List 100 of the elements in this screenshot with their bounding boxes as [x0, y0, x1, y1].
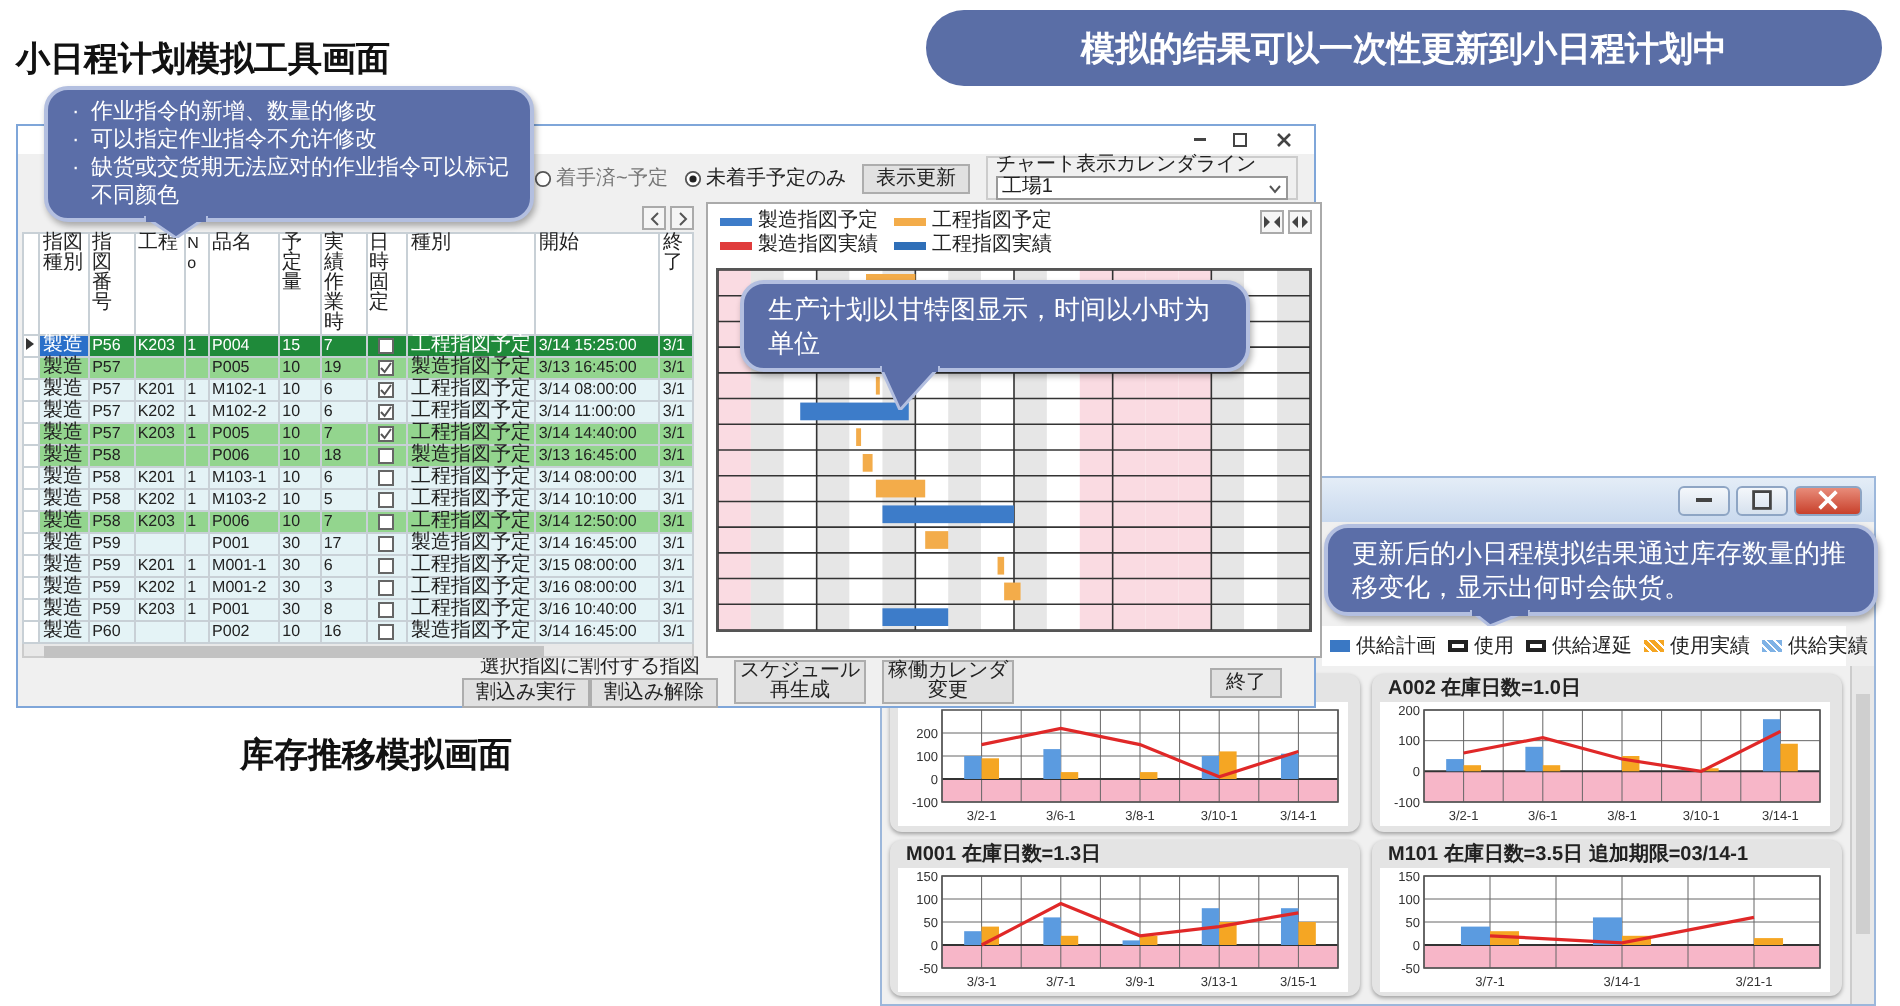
bar — [1060, 772, 1079, 779]
scrollbar[interactable] — [1850, 666, 1874, 1004]
bar — [964, 756, 982, 779]
callout-text: 作业指令的新增、数量的修改 — [91, 98, 378, 126]
checkbox[interactable] — [378, 382, 395, 399]
table-cell: 工程指図予定 — [407, 335, 536, 358]
table-cell: 工程指図予定 — [407, 423, 536, 446]
checkbox[interactable] — [378, 514, 395, 531]
checkbox[interactable] — [378, 536, 395, 553]
table-row[interactable]: 製造 P59 K202 1 M001-2 30 3 工程指図予定 3/16 08:00:00 3/1 — [23, 577, 693, 600]
legend-label: 供給計画 — [1356, 633, 1436, 660]
checkbox[interactable] — [378, 404, 395, 421]
table-row[interactable]: 製造 P60 P002 10 16 製造指図予定 3/14 16:45:00 3/1 — [23, 621, 693, 644]
column-header[interactable]: 実績作業時 — [320, 233, 367, 336]
table-row[interactable]: 製造 P57 P005 10 19 製造指図予定 3/13 16:45:00 3/1 — [23, 357, 693, 380]
table-cell: 工程指図予定 — [407, 489, 536, 512]
bar — [1780, 743, 1798, 772]
table-cell: 製造指図予定 — [407, 357, 536, 380]
checkbox[interactable] — [378, 338, 395, 355]
group-label: チャート表示カレンダライン — [995, 156, 1258, 176]
table-cell: 製造 — [39, 577, 90, 600]
checkbox[interactable] — [378, 360, 395, 377]
table-cell: 製造 — [39, 401, 90, 424]
table-cell: 工程指図予定 — [407, 379, 536, 402]
maximize-button[interactable] — [1736, 485, 1788, 515]
toolbar-button[interactable] — [1260, 210, 1284, 234]
radio-button[interactable]: 未着手予定のみ — [683, 164, 846, 192]
bar — [964, 930, 982, 944]
table-cell: 製造 — [39, 489, 90, 512]
exit-button[interactable]: 終了 — [1210, 667, 1282, 697]
previous-button[interactable] — [642, 206, 666, 230]
table-row[interactable]: 製造 P57 K201 1 M102-1 10 6 工程指図予定 3/14 08:00:00 3/1 — [23, 379, 693, 402]
close-button[interactable] — [1794, 485, 1862, 515]
column-header[interactable]: 指図種別 — [39, 233, 90, 336]
table-cell: 工程指図予定 — [407, 467, 536, 490]
bar — [1754, 937, 1784, 944]
column-header[interactable]: 品名 — [209, 233, 280, 336]
page-heading: 小日程计划模拟工具画面 — [16, 38, 390, 82]
table-row[interactable]: 製造 P58 K202 1 M103-2 10 5 工程指図予定 3/14 10:10:00 3/1 — [23, 489, 693, 512]
table-cell: 工程指図予定 — [407, 577, 536, 600]
action-button[interactable]: スケジュール再生成 — [734, 660, 866, 704]
table-cell: 製造 — [39, 533, 90, 556]
table-cell: 製造 — [39, 621, 90, 644]
table-row[interactable]: 製造 P58 K201 1 M103-1 10 6 工程指図予定 3/14 08:00:00 3/1 — [23, 467, 693, 490]
column-header[interactable]: 開始 — [535, 233, 660, 336]
table-cell: 工程指図予定 — [407, 599, 536, 622]
scrollbar[interactable] — [22, 644, 694, 658]
table-cell: 製造 — [39, 555, 90, 578]
interrupt-button[interactable]: 割込み解除 — [590, 677, 718, 707]
column-header[interactable]: No — [184, 233, 210, 336]
maximize-icon — [1748, 486, 1776, 514]
radio-icon — [534, 169, 552, 187]
minimize-icon — [1695, 497, 1713, 503]
toolbar-button[interactable] — [1288, 210, 1312, 234]
checkbox[interactable] — [378, 470, 395, 487]
bar — [1280, 907, 1299, 944]
checkbox[interactable] — [378, 426, 395, 443]
next-button[interactable] — [670, 206, 694, 230]
checkbox[interactable] — [378, 448, 395, 465]
radio-icon — [683, 169, 702, 187]
table-row[interactable]: 製造 P58 P006 10 18 製造指図予定 3/13 16:45:00 3/1 — [23, 445, 693, 468]
close-icon — [1274, 130, 1294, 150]
refresh-button[interactable]: 表示更新 — [861, 163, 970, 193]
column-header[interactable]: 日時固定 — [366, 233, 408, 336]
minimize-button[interactable] — [1678, 485, 1730, 515]
interrupt-button[interactable]: 割込み実行 — [462, 677, 590, 707]
bar — [1542, 765, 1561, 772]
column-header[interactable]: 指図番号 — [89, 233, 135, 336]
column-header[interactable]: 予定量 — [279, 233, 321, 336]
bar — [1298, 921, 1316, 944]
table-cell: 製造 — [39, 445, 90, 468]
table-row[interactable]: 製造 P58 K203 1 P006 10 7 工程指図予定 3/14 12:50:00 3/1 — [23, 511, 693, 534]
callout-text: 缺货或交货期无法应对的作业指令可以标记不同颜色 — [91, 154, 510, 210]
bar — [1460, 925, 1490, 944]
checkbox[interactable] — [378, 492, 395, 509]
caret-icon — [1267, 183, 1282, 193]
column-header[interactable]: 種別 — [407, 233, 536, 336]
radio-button[interactable]: 着手済~予定 — [534, 164, 668, 192]
checkbox[interactable] — [378, 624, 395, 641]
table-row[interactable]: 製造 P59 K203 1 P001 30 8 工程指図予定 3/16 10:40:00 3/1 — [23, 599, 693, 622]
bullet-mark: · — [72, 98, 80, 126]
checkbox[interactable] — [378, 558, 395, 575]
table-cell: 工程指図予定 — [407, 511, 536, 534]
legend-label: 使用 — [1474, 634, 1514, 660]
factory-dropdown[interactable]: 工場1 — [995, 176, 1288, 200]
legend-label: 供給遅延 — [1552, 634, 1632, 660]
bar — [981, 758, 1000, 779]
bar — [1043, 749, 1061, 779]
table-cell: 製造 — [39, 335, 90, 358]
table-row[interactable]: 製造 P57 K203 1 P005 10 7 工程指図予定 3/14 14:40:00 3/1 — [23, 423, 693, 446]
chevron-right-icon — [677, 211, 687, 225]
column-header[interactable]: 終了 — [659, 233, 693, 336]
table-row[interactable]: 製造 P57 K202 1 M102-2 10 6 工程指図予定 3/14 11:00:00 3/1 — [23, 401, 693, 424]
action-button[interactable]: 稼働カレンダ変更 — [882, 660, 1014, 704]
checkbox[interactable] — [378, 602, 395, 619]
table-row[interactable]: 製造 P59 P001 30 17 製造指図予定 3/14 16:45:00 3/1 — [23, 533, 693, 556]
table-row[interactable]: 製造 P59 K201 1 M001-1 30 6 工程指図予定 3/15 08:00:00 3/1 — [23, 555, 693, 578]
table-row[interactable]: 製造 P56 K203 1 P004 15 7 工程指図予定 3/14 15:25:00 3/1 — [23, 335, 693, 358]
checkbox[interactable] — [378, 580, 395, 597]
legend-label: 供給実績 — [1788, 633, 1868, 660]
